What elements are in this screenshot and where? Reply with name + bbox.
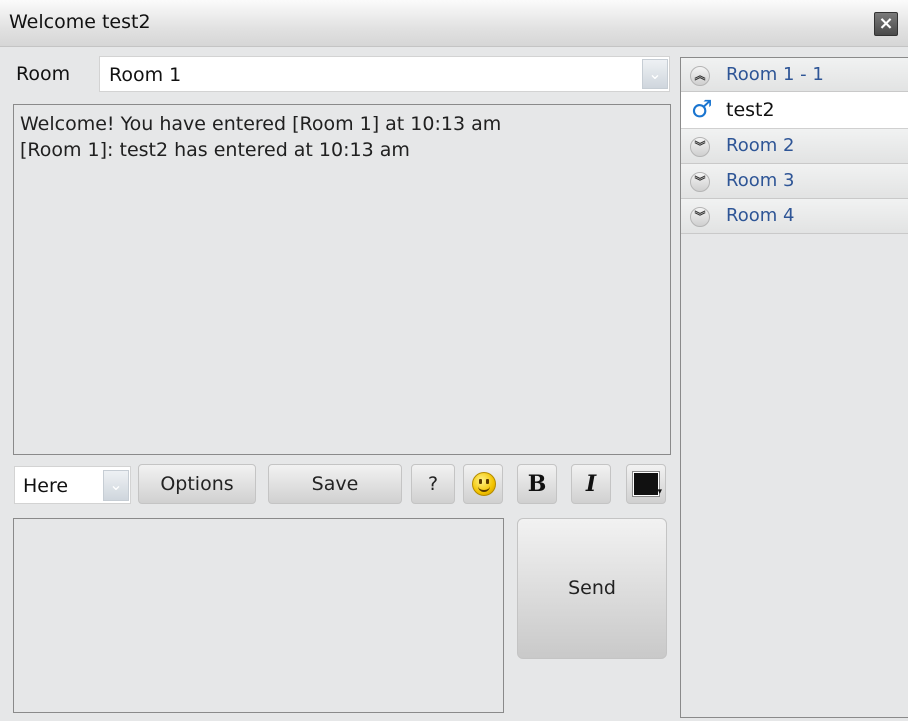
italic-icon: I [585,471,597,497]
user-item[interactable]: ♂ test2 [681,92,908,129]
italic-button[interactable]: I [571,464,611,504]
chat-line: [Room 1]: test2 has entered at 10:13 am [20,139,410,161]
help-button[interactable]: ? [411,464,455,504]
room-item[interactable]: ︽ Room 1 - 1 [681,58,908,92]
message-target-select[interactable]: Here ⌄ [14,466,131,504]
chevron-down-icon[interactable]: ⌄ [103,470,129,501]
send-button[interactable]: Send [517,518,667,659]
user-name: test2 [726,99,775,121]
room-name: Room 1 - 1 [726,64,824,85]
room-select-value: Room 1 [109,64,182,86]
room-item[interactable]: ︾ Room 2 [681,129,908,164]
rooms-panel: ︽ Room 1 - 1 ♂ test2 ︾ Room 2 ︾ Room 3 ︾… [680,57,908,718]
smiley-icon [472,472,496,496]
chevron-down-icon[interactable]: ︾ [690,172,710,192]
room-label: Room [16,63,71,85]
color-swatch-icon [633,472,659,496]
message-target-value: Here [23,475,69,497]
bold-button[interactable]: B [517,464,557,504]
save-button[interactable]: Save [268,464,402,504]
chevron-down-icon[interactable]: ⌄ [642,59,668,89]
chat-log: Welcome! You have entered [Room 1] at 10… [13,104,671,455]
room-name: Room 2 [726,135,795,156]
male-icon: ♂ [691,95,713,123]
room-name: Room 3 [726,170,795,191]
emoticon-button[interactable] [463,464,503,504]
chat-line: Welcome! You have entered [Room 1] at 10… [20,113,502,135]
text-color-button[interactable]: ▾ [626,464,666,504]
room-item[interactable]: ︾ Room 4 [681,199,908,234]
bold-icon: B [527,471,547,497]
options-button[interactable]: Options [138,464,256,504]
close-icon[interactable]: × [874,12,898,36]
caret-down-icon: ▾ [657,487,662,497]
title-bar: Welcome test2 × [0,0,908,47]
message-input[interactable] [13,518,504,713]
window-title: Welcome test2 [9,11,151,33]
room-item[interactable]: ︾ Room 3 [681,164,908,199]
room-select[interactable]: Room 1 ⌄ [99,56,670,92]
chevron-down-icon[interactable]: ︾ [690,137,710,157]
room-name: Room 4 [726,205,795,226]
chevron-down-icon[interactable]: ︾ [690,207,710,227]
chevron-up-icon[interactable]: ︽ [690,66,710,86]
chat-window: Welcome test2 × Room Room 1 ⌄ Welcome! Y… [0,0,908,721]
